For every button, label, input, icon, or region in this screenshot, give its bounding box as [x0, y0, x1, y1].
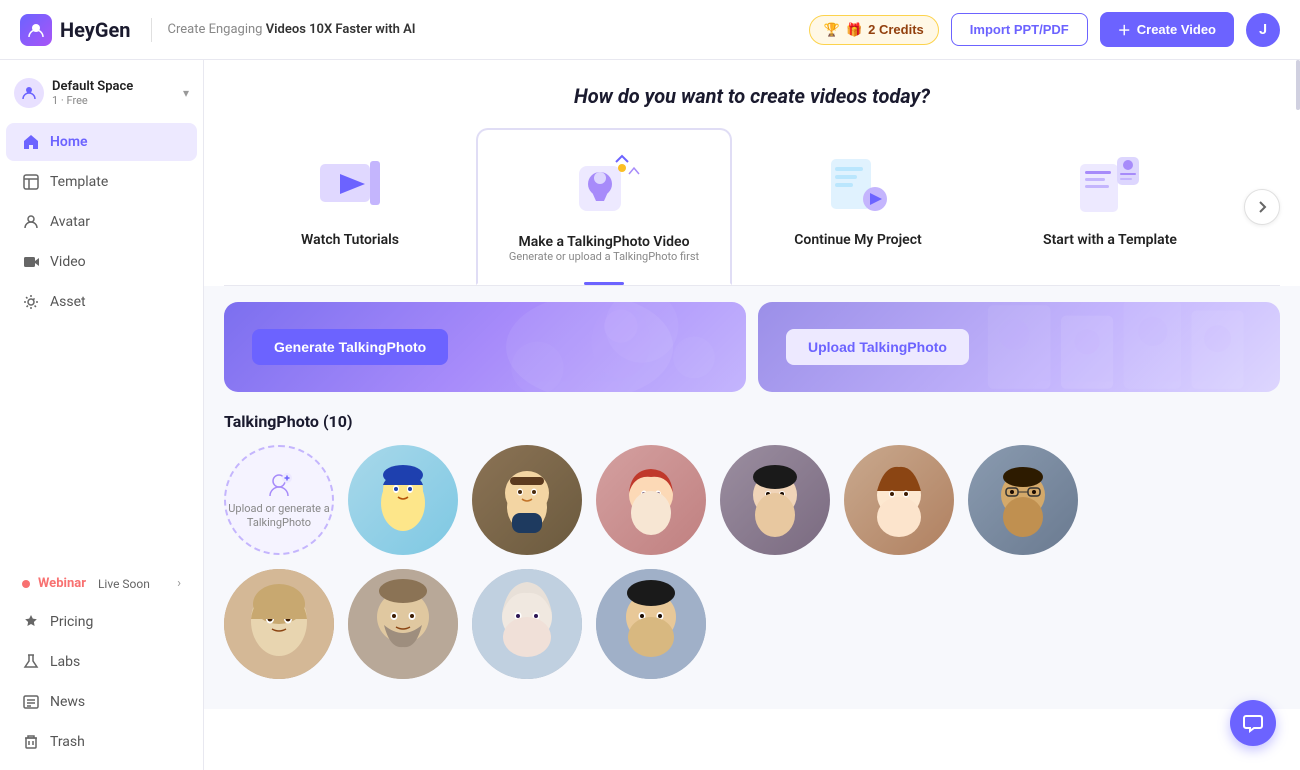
main-layout: Default Space 1 · Free ▾ Home Template A…	[0, 60, 1300, 770]
chat-bubble-button[interactable]	[1230, 700, 1276, 746]
home-icon	[22, 133, 40, 151]
create-video-button[interactable]: ＋ Create Video	[1100, 12, 1234, 47]
avatar-row-1: Upload or generate a TalkingPhoto	[224, 445, 1280, 555]
webinar-live-dot	[22, 580, 30, 588]
upload-banner: Upload TalkingPhoto	[758, 302, 1280, 392]
avatar-item-5[interactable]	[844, 445, 954, 555]
avatar-image-3	[596, 445, 706, 555]
header-actions: 🏆 🎁 2 Credits Import PPT/PDF ＋ Create Vi…	[809, 12, 1280, 47]
main-content: How do you want to create videos today? …	[204, 60, 1300, 770]
generate-banner-art	[433, 302, 746, 392]
avatar-image-9	[472, 569, 582, 679]
sidebar: Default Space 1 · Free ▾ Home Template A…	[0, 60, 204, 770]
upload-talkingphoto-button[interactable]: Upload TalkingPhoto	[786, 329, 969, 365]
sidebar-item-trash[interactable]: Trash	[6, 723, 197, 761]
avatar-image-2	[472, 445, 582, 555]
sidebar-item-video[interactable]: Video	[6, 243, 197, 281]
avatar-image-6	[968, 445, 1078, 555]
talkingphoto-img	[564, 146, 644, 226]
sidebar-item-template[interactable]: Template	[6, 163, 197, 201]
avatar-item-8[interactable]	[348, 569, 458, 679]
trophy-icon: 🏆	[824, 22, 840, 38]
import-ppt-button[interactable]: Import PPT/PDF	[951, 13, 1088, 46]
avatar-image-5	[844, 445, 954, 555]
webinar-arrow-icon: ›	[177, 576, 181, 591]
sidebar-item-asset[interactable]: Asset	[6, 283, 197, 321]
webinar-item[interactable]: Webinar Live Soon ›	[6, 566, 197, 601]
gift-icon: 🎁	[846, 22, 862, 38]
labs-icon	[22, 653, 40, 671]
generate-talkingphoto-button[interactable]: Generate TalkingPhoto	[252, 329, 448, 365]
avatar-item-4[interactable]	[720, 445, 830, 555]
sidebar-item-avatar[interactable]: Avatar	[6, 203, 197, 241]
workspace-info: Default Space 1 · Free	[52, 79, 175, 107]
app-header: HeyGen Create Engaging Videos 10X Faster…	[0, 0, 1300, 60]
avatar-item-7[interactable]	[224, 569, 334, 679]
user-avatar[interactable]: J	[1246, 13, 1280, 47]
chevron-down-icon: ▾	[183, 86, 189, 100]
create-title: How do you want to create videos today?	[224, 84, 1280, 108]
avatar-image-4	[720, 445, 830, 555]
avatar-image-7	[224, 569, 334, 679]
workspace-icon	[14, 78, 44, 108]
avatar-icon	[22, 213, 40, 231]
create-options: Watch Tutorials	[224, 128, 1280, 286]
carousel-next-button[interactable]	[1244, 189, 1280, 225]
header-tagline: Create Engaging Videos 10X Faster with A…	[168, 22, 416, 37]
avatar-item-10[interactable]	[596, 569, 706, 679]
option-continue[interactable]: Continue My Project	[732, 128, 984, 285]
active-tab-indicator	[584, 282, 624, 285]
avatar-item-1[interactable]	[348, 445, 458, 555]
news-icon	[22, 693, 40, 711]
logo: HeyGen	[20, 14, 131, 46]
pricing-icon	[22, 613, 40, 631]
sidebar-item-labs[interactable]: Labs	[6, 643, 197, 681]
trash-icon	[22, 733, 40, 751]
video-icon	[22, 253, 40, 271]
sidebar-item-pricing[interactable]: Pricing	[6, 603, 197, 641]
avatar-item-6[interactable]	[968, 445, 1078, 555]
avatar-item-3[interactable]	[596, 445, 706, 555]
header-divider	[151, 18, 152, 42]
sidebar-item-news[interactable]: News	[6, 683, 197, 721]
option-talkingphoto[interactable]: Make a TalkingPhoto Video Generate or up…	[476, 128, 732, 285]
logo-icon	[20, 14, 52, 46]
avatar-image-8	[348, 569, 458, 679]
plus-icon: ＋	[1118, 20, 1131, 39]
tutorials-img	[310, 144, 390, 224]
avatar-item-9[interactable]	[472, 569, 582, 679]
talkingphoto-section: Generate TalkingPhoto	[204, 286, 1300, 709]
banner-row: Generate TalkingPhoto	[224, 302, 1280, 392]
workspace-selector[interactable]: Default Space 1 · Free ▾	[0, 68, 203, 122]
scrollbar-thumb[interactable]	[1296, 60, 1300, 110]
generate-banner: Generate TalkingPhoto	[224, 302, 746, 392]
continue-img	[818, 144, 898, 224]
option-template[interactable]: Start with a Template	[984, 128, 1236, 285]
asset-icon	[22, 293, 40, 311]
avatar-image-1	[348, 445, 458, 555]
upload-banner-art	[967, 302, 1280, 392]
avatar-item-2[interactable]	[472, 445, 582, 555]
avatar-image-10	[596, 569, 706, 679]
template-option-img	[1070, 144, 1150, 224]
upload-placeholder[interactable]: Upload or generate a TalkingPhoto	[224, 445, 334, 555]
sidebar-item-home[interactable]: Home	[6, 123, 197, 161]
avatar-row-2	[224, 569, 1280, 679]
create-section: How do you want to create videos today? …	[204, 60, 1300, 286]
template-icon	[22, 173, 40, 191]
credits-button[interactable]: 🏆 🎁 2 Credits	[809, 15, 939, 45]
option-tutorials[interactable]: Watch Tutorials	[224, 128, 476, 285]
talkingphoto-section-title: TalkingPhoto (10)	[224, 412, 1280, 431]
